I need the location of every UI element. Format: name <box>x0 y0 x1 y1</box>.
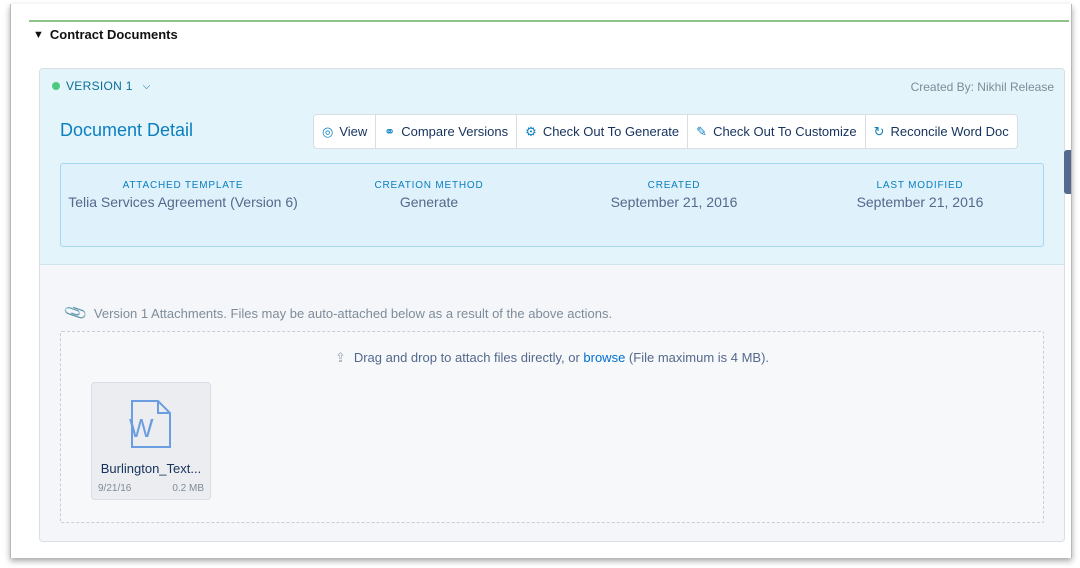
attachments-note: 📎 Version 1 Attachments. Files may be au… <box>63 301 613 326</box>
document-detail-title: Document Detail <box>60 120 194 140</box>
file-card[interactable]: W Burlington_Text... 9/21/16 0.2 MB <box>91 382 211 500</box>
field-label: ATTACHED TEMPLATE <box>122 180 244 191</box>
version-label[interactable]: VERSION 1 <box>66 79 133 93</box>
check-out-generate-button[interactable]: ⚙ Check Out To Generate <box>517 115 689 148</box>
edit-icon: ✎ <box>696 123 708 139</box>
upload-icon: ⇪ <box>334 350 346 365</box>
file-size: 0.2 MB <box>172 483 204 494</box>
reconcile-word-doc-label: Reconcile Word Doc <box>890 124 1009 139</box>
version-selector[interactable]: VERSION 1 ⌵ <box>52 79 150 93</box>
gear-generate-icon: ⚙ <box>525 123 537 139</box>
side-panel-handle[interactable] <box>1064 150 1071 194</box>
word-file-letter: W <box>129 413 154 443</box>
version-card: VERSION 1 ⌵ Created By: Nikhil Release D… <box>39 68 1065 542</box>
check-out-generate-label: Check Out To Generate <box>542 124 680 139</box>
field-creation-method: CREATION METHOD Generate <box>309 180 549 211</box>
reconcile-icon: ↻ <box>873 123 885 139</box>
file-name: Burlington_Text... <box>100 461 202 476</box>
field-created: CREATED September 21, 2016 <box>554 180 794 211</box>
word-file-icon: W <box>129 400 171 448</box>
field-value: September 21, 2016 <box>610 194 738 210</box>
field-last-modified: LAST MODIFIED September 21, 2016 <box>800 180 1040 211</box>
paperclip-icon: 📎 <box>63 301 90 326</box>
file-date: 9/21/16 <box>98 483 132 494</box>
view-button-label: View <box>339 124 368 139</box>
dropzone-instructions: ⇪ Drag and drop to attach files directly,… <box>61 350 1043 366</box>
status-dot-icon <box>52 82 60 90</box>
view-button[interactable]: ◎ View <box>314 115 377 148</box>
field-value: Telia Services Agreement (Version 6) <box>68 194 298 210</box>
section-title: Contract Documents <box>49 27 178 42</box>
section-toggle[interactable]: ▼ Contract Documents <box>33 27 178 42</box>
file-dropzone[interactable]: ⇪ Drag and drop to attach files directly,… <box>60 331 1044 523</box>
created-by: Created By: Nikhil Release <box>910 80 1054 94</box>
compare-icon: ⚭ <box>384 123 396 139</box>
field-label: CREATION METHOD <box>374 180 484 191</box>
drop-suffix: (File maximum is 4 MB). <box>625 350 770 365</box>
check-out-customize-button[interactable]: ✎ Check Out To Customize <box>688 115 866 148</box>
field-value: September 21, 2016 <box>856 194 984 210</box>
window-frame: ▼ Contract Documents VERSION 1 ⌵ Created… <box>10 4 1072 558</box>
attachments-note-text: Version 1 Attachments. Files may be auto… <box>93 305 613 321</box>
compare-versions-label: Compare Versions <box>401 124 509 139</box>
section-divider <box>29 20 1069 22</box>
browse-link[interactable]: browse <box>583 350 625 365</box>
field-label: LAST MODIFIED <box>876 180 964 191</box>
check-out-customize-label: Check Out To Customize <box>713 124 857 139</box>
compare-versions-button[interactable]: ⚭ Compare Versions <box>376 115 518 148</box>
collapse-triangle-icon[interactable]: ▼ <box>33 29 44 41</box>
chevron-down-icon[interactable]: ⌵ <box>143 81 151 92</box>
field-label: CREATED <box>647 180 701 191</box>
eye-icon: ◎ <box>322 123 334 139</box>
drop-prefix: Drag and drop to attach files directly, … <box>353 350 584 365</box>
version-header: VERSION 1 ⌵ Created By: Nikhil Release D… <box>40 69 1064 265</box>
field-attached-template: ATTACHED TEMPLATE Telia Services Agreeme… <box>63 180 303 211</box>
action-button-group: ◎ View ⚭ Compare Versions ⚙ Check Out To… <box>313 114 1018 149</box>
reconcile-word-doc-button[interactable]: ↻ Reconcile Word Doc <box>866 115 1017 148</box>
field-value: Generate <box>399 194 459 210</box>
document-detail-fields: ATTACHED TEMPLATE Telia Services Agreeme… <box>60 163 1044 247</box>
